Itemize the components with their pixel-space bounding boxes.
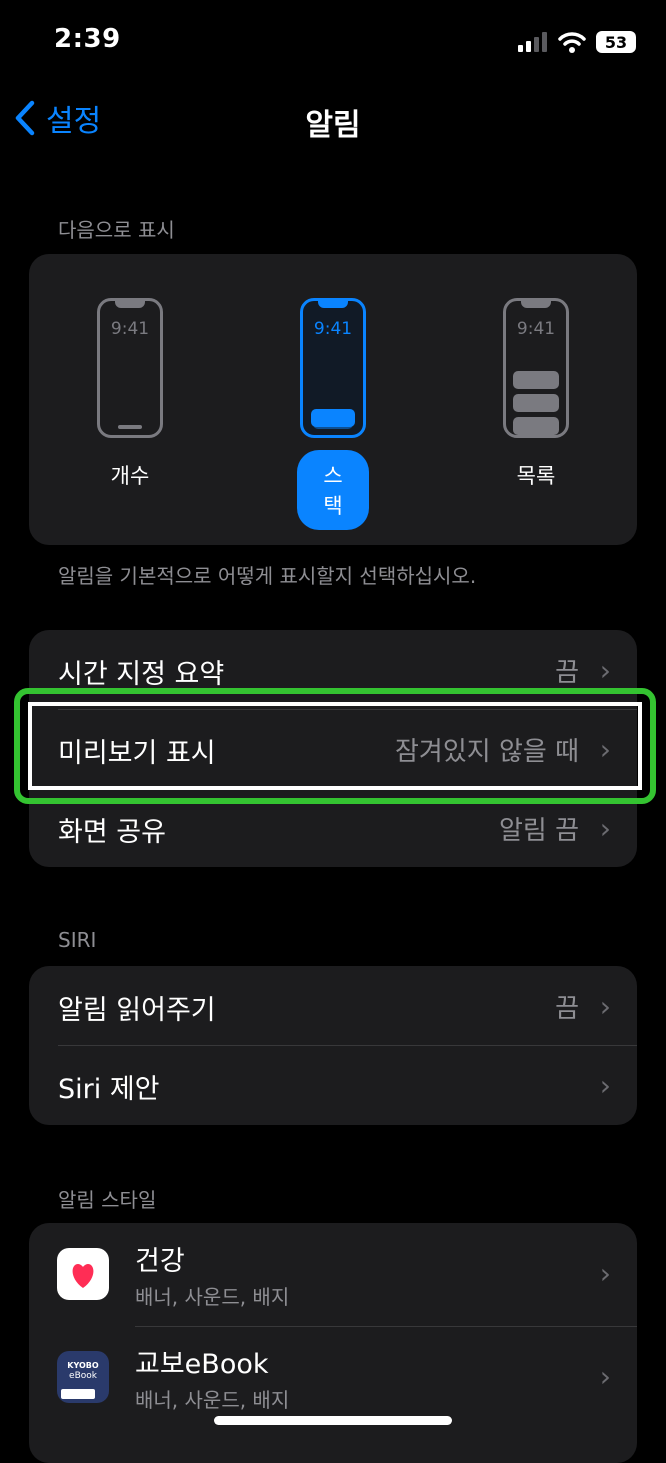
status-time: 2:39 (54, 24, 121, 54)
chevron-right-icon: › (599, 1360, 611, 1393)
display-option-label: 개수 (110, 464, 150, 488)
row-value: 끔 (555, 994, 579, 1024)
app-name: 건강 (135, 1246, 185, 1277)
siri-section-header: SIRI (58, 928, 97, 952)
app-subtitle: 배너, 사운드, 배지 (135, 1285, 290, 1309)
display-option-count[interactable]: 9:41 개수 (94, 298, 166, 490)
home-indicator[interactable] (214, 1416, 452, 1425)
wifi-icon (558, 32, 586, 53)
chevron-right-icon: › (599, 654, 611, 687)
display-option-label-selected: 스택 (297, 450, 369, 530)
app-subtitle: 배너, 사운드, 배지 (135, 1388, 290, 1412)
row-label: 시간 지정 요약 (58, 659, 225, 690)
row-siri-suggestions[interactable]: Siri 제안 › (29, 1045, 637, 1124)
preview-time: 9:41 (516, 319, 556, 339)
display-option-label: 목록 (516, 464, 556, 488)
highlight-box (14, 688, 656, 804)
app-row-kyobo-ebook[interactable]: KYOBO eBook 교보eBook 배너, 사운드, 배지 › (29, 1326, 637, 1429)
chevron-right-icon: › (599, 1257, 611, 1290)
chevron-right-icon: › (599, 1069, 611, 1102)
app-row-health[interactable]: 건강 배너, 사운드, 배지 › (29, 1223, 637, 1326)
row-label: Siri 제안 (58, 1074, 160, 1105)
notification-style-card: 건강 배너, 사운드, 배지 › KYOBO eBook 교보eBook 배너,… (29, 1223, 637, 1463)
status-icons: 53 (518, 28, 636, 56)
display-style-card: 9:41 개수 9:41 스택 9:41 목록 (29, 254, 637, 545)
row-label: 화면 공유 (58, 817, 166, 848)
row-label: 알림 읽어주기 (58, 995, 216, 1026)
icon-text-top: KYOBO (67, 1361, 99, 1370)
phone-count-preview: 9:41 (97, 298, 163, 438)
cellular-signal-icon (518, 32, 547, 52)
icon-text-bottom: eBook (69, 1371, 97, 1381)
style-section-header: 알림 스타일 (58, 1188, 157, 1212)
display-option-stack[interactable]: 9:41 스택 (297, 298, 369, 530)
kyobo-ebook-icon: KYOBO eBook (57, 1351, 109, 1403)
page-title: 알림 (305, 108, 361, 143)
row-value: 끔 (555, 658, 579, 688)
battery-indicator: 53 (596, 31, 636, 53)
health-icon (57, 1248, 109, 1300)
app-name: 교보eBook (135, 1349, 269, 1380)
siri-card: 알림 읽어주기 끔 › Siri 제안 › (29, 966, 637, 1125)
preview-time: 9:41 (110, 319, 150, 339)
row-announce-notifications[interactable]: 알림 읽어주기 끔 › (29, 966, 637, 1045)
chevron-right-icon: › (599, 812, 611, 845)
display-section-header: 다음으로 표시 (58, 218, 175, 242)
chevron-right-icon: › (599, 990, 611, 1023)
preview-time: 9:41 (313, 319, 353, 339)
display-option-list[interactable]: 9:41 목록 (500, 298, 572, 490)
display-footer-note: 알림을 기본적으로 어떻게 표시할지 선택하십시오. (58, 564, 477, 588)
phone-list-preview: 9:41 (503, 298, 569, 438)
phone-stack-preview: 9:41 (300, 298, 366, 438)
row-value: 알림 끔 (498, 816, 579, 846)
